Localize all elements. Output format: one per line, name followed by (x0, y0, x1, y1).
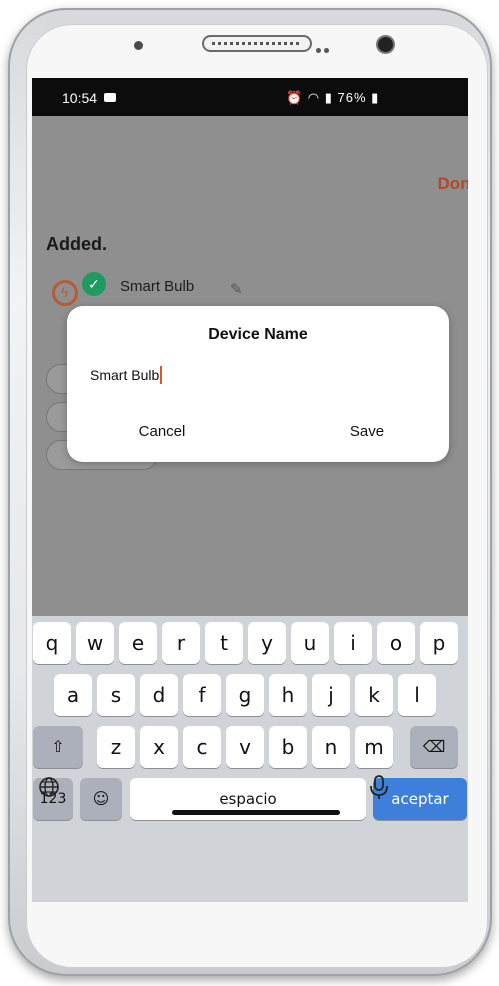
key-c[interactable]: c (183, 726, 221, 768)
front-camera-icon (378, 37, 393, 52)
status-right: ⏰ ◠ ▮ 76% ▮ (286, 90, 380, 105)
key-j[interactable]: j (312, 674, 350, 716)
microphone-icon[interactable] (368, 774, 390, 800)
key-k[interactable]: k (355, 674, 393, 716)
keyboard-row-4: 123 ☺ espacio aceptar (32, 778, 468, 824)
key-r[interactable]: r (162, 622, 200, 664)
key-h[interactable]: h (269, 674, 307, 716)
key-y[interactable]: y (248, 622, 286, 664)
key-x[interactable]: x (140, 726, 178, 768)
on-screen-keyboard: q w e r t y u i o p a s d f g h j k l ⇧ … (32, 616, 468, 902)
key-g[interactable]: g (226, 674, 264, 716)
key-v[interactable]: v (226, 726, 264, 768)
backspace-key[interactable]: ⌫ (410, 726, 458, 768)
home-indicator[interactable] (172, 810, 340, 815)
keyboard-row-2: a s d f g h j k l (32, 674, 468, 720)
key-t[interactable]: t (205, 622, 243, 664)
device-name-input[interactable]: Smart Bulb (90, 362, 390, 388)
key-p[interactable]: p (420, 622, 458, 664)
key-u[interactable]: u (291, 622, 329, 664)
status-time: 10:54 (62, 90, 98, 106)
notification-icon (104, 93, 116, 102)
key-o[interactable]: o (377, 622, 415, 664)
battery-percent: 76% (337, 90, 367, 105)
done-button[interactable]: Done (438, 174, 469, 194)
key-i[interactable]: i (334, 622, 372, 664)
sensor-dot (134, 41, 143, 50)
text-caret (160, 366, 163, 384)
key-w[interactable]: w (76, 622, 114, 664)
key-f[interactable]: f (183, 674, 221, 716)
dialog-title: Device Name (208, 326, 308, 343)
key-a[interactable]: a (54, 674, 92, 716)
key-b[interactable]: b (269, 726, 307, 768)
key-d[interactable]: d (140, 674, 178, 716)
device-name-label: Smart Bulb (120, 278, 195, 295)
key-s[interactable]: s (97, 674, 135, 716)
device-row: ✓ Smart Bulb ✎ (52, 272, 312, 306)
keyboard-row-1: q w e r t y u i o p (32, 622, 468, 668)
page-title: Added. (46, 234, 107, 254)
edit-icon[interactable]: ✎ (230, 280, 248, 298)
cancel-button[interactable]: Cancel (102, 418, 222, 446)
key-l[interactable]: l (398, 674, 436, 716)
key-z[interactable]: z (97, 726, 135, 768)
app-background: Done Added. ✓ Smart Bulb ✎ Device Name S… (32, 116, 468, 616)
save-button[interactable]: Save (327, 418, 407, 446)
device-name-input-value: Smart Bulb (90, 367, 160, 383)
status-bar: 10:54 ⏰ ◠ ▮ 76% ▮ (32, 78, 468, 116)
key-e[interactable]: e (119, 622, 157, 664)
keyboard-row-3: ⇧ z x c v b n m ⌫ (32, 726, 468, 772)
phone-screen: 10:54 ⏰ ◠ ▮ 76% ▮ Done Added. ✓ Smart Bu… (32, 78, 468, 902)
globe-icon[interactable] (38, 776, 60, 798)
speaker-grille (202, 35, 312, 52)
bulb-icon (52, 280, 78, 306)
check-icon: ✓ (82, 272, 106, 296)
sensor-dots (316, 40, 338, 53)
key-m[interactable]: m (355, 726, 393, 768)
shift-key[interactable]: ⇧ (33, 726, 83, 768)
emoji-icon[interactable]: ☺ (80, 778, 122, 820)
device-name-dialog: Device Name Smart Bulb Cancel Save (67, 306, 449, 462)
key-n[interactable]: n (312, 726, 350, 768)
key-q[interactable]: q (33, 622, 71, 664)
